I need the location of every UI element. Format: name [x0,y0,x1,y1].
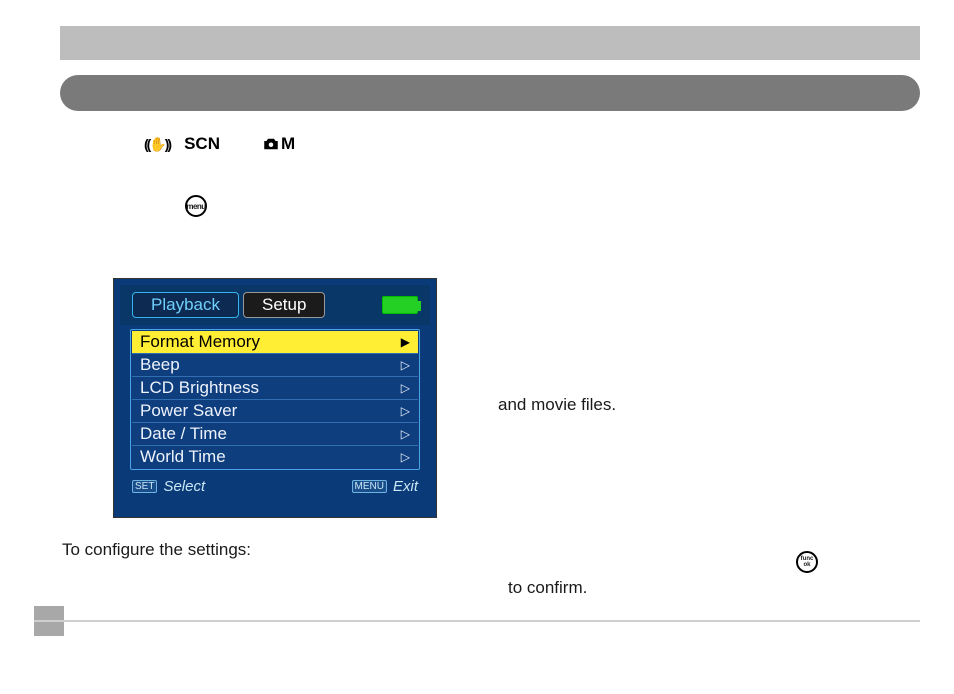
lcd-footer: SET Select MENU Exit [120,474,430,495]
chevron-right-icon: ▶ [401,335,410,349]
configure-settings-text: To configure the settings: [62,540,251,560]
filled-title-bar [60,26,920,60]
func-ok-button-icon[interactable]: func ok [796,551,818,573]
chevron-right-icon: ▷ [401,427,410,441]
tab-setup[interactable]: Setup [243,292,325,318]
battery-icon [382,296,418,314]
menu-item-format-memory[interactable]: Format Memory▶ [132,331,418,354]
set-key-hint: SET [132,480,157,493]
menu-key-hint: MENU [352,480,387,493]
chevron-right-icon: ▷ [401,450,410,464]
chevron-right-icon: ▷ [401,358,410,372]
select-label: Select [163,478,205,495]
tab-playback[interactable]: Playback [132,292,239,318]
anti-shake-icon: ((✋)) [144,136,170,153]
menu-item-lcd-brightness[interactable]: LCD Brightness▷ [132,377,418,400]
page-footer-rule [34,620,920,622]
menu-item-world-time[interactable]: World Time▷ [132,446,418,468]
mode-icons-row: ((✋)) SCN M [130,134,323,154]
section-heading-bar [60,75,920,111]
manual-mode-icon: M [262,134,295,154]
lcd-tab-row: Playback Setup [120,285,430,325]
camera-lcd-screenshot: Playback Setup Format Memory▶ Beep▷ LCD … [113,278,437,518]
menu-item-beep[interactable]: Beep▷ [132,354,418,377]
chevron-right-icon: ▷ [401,381,410,395]
movie-files-text: and movie files. [498,395,616,415]
menu-item-date-time[interactable]: Date / Time▷ [132,423,418,446]
confirm-text: to confirm. [508,578,587,598]
scn-mode-label: SCN [184,134,220,154]
exit-label: Exit [393,478,418,495]
chevron-right-icon: ▷ [401,404,410,418]
menu-item-power-saver[interactable]: Power Saver▷ [132,400,418,423]
menu-button-icon[interactable]: menu [185,195,207,217]
setup-menu-list: Format Memory▶ Beep▷ LCD Brightness▷ Pow… [130,329,420,470]
